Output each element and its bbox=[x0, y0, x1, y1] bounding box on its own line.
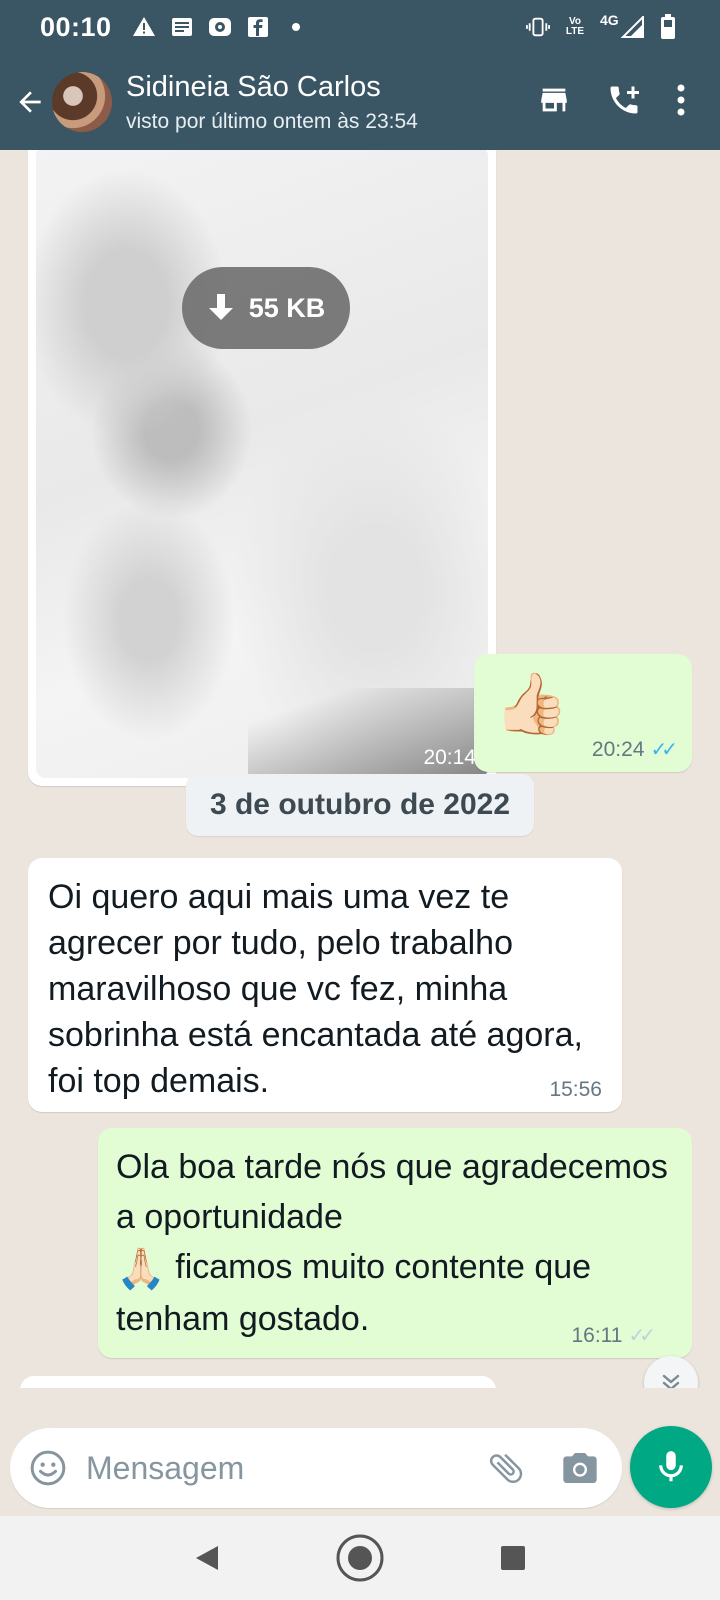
nav-recents-button[interactable] bbox=[483, 1528, 543, 1588]
nav-back-button[interactable] bbox=[177, 1528, 237, 1588]
image-message[interactable]: 55 KB 20:14 bbox=[28, 150, 496, 786]
header-actions bbox=[536, 82, 720, 123]
last-seen-status: visto por último ontem às 23:54 bbox=[126, 109, 418, 133]
message-composer: Mensagem bbox=[10, 1428, 622, 1508]
emoji-icon bbox=[30, 1450, 66, 1486]
facebook-icon bbox=[246, 15, 270, 39]
download-icon bbox=[208, 294, 233, 320]
dot-icon bbox=[284, 15, 308, 39]
add-call-icon bbox=[610, 86, 639, 113]
chat-header: Sidineia São Carlos visto por último ont… bbox=[0, 54, 720, 150]
nav-home-icon bbox=[336, 1534, 384, 1582]
status-bar: 00:10 Vo LTE 4G bbox=[0, 0, 720, 54]
contact-info[interactable]: Sidineia São Carlos visto por último ont… bbox=[126, 71, 418, 134]
network-type: 4G bbox=[600, 12, 619, 28]
attach-icon bbox=[489, 1453, 523, 1484]
message-input[interactable]: Mensagem bbox=[86, 1450, 486, 1487]
message-time: 16:11 bbox=[571, 1323, 623, 1347]
back-button[interactable] bbox=[2, 54, 58, 150]
voice-record-button[interactable] bbox=[630, 1426, 712, 1508]
status-system-icons: Vo LTE 4G bbox=[526, 12, 680, 40]
read-ticks-icon: ✓✓ bbox=[650, 739, 677, 761]
date-separator: 3 de outubro de 2022 bbox=[186, 774, 534, 836]
download-button[interactable]: 55 KB bbox=[182, 267, 350, 349]
pray-emoji: 🙏🏻 bbox=[116, 1247, 166, 1291]
outgoing-text-message[interactable]: Ola boa tarde nós que agradecemos a opor… bbox=[98, 1128, 692, 1358]
battery-icon bbox=[656, 14, 680, 39]
record-icon bbox=[208, 15, 232, 39]
message-text-part2: ficamos muito contente que tenham gostad… bbox=[116, 1248, 592, 1338]
store-button[interactable] bbox=[536, 83, 572, 122]
download-size: 55 KB bbox=[248, 292, 326, 323]
blurred-image-preview: 55 KB 20:14 bbox=[36, 150, 488, 778]
message-time: 20:24 bbox=[591, 737, 645, 761]
system-navigation-bar bbox=[0, 1516, 720, 1600]
news-icon bbox=[170, 15, 194, 39]
status-notification-icons bbox=[132, 15, 308, 39]
incoming-text-message[interactable]: Oi quero aqui mais uma vez te agrecer po… bbox=[28, 858, 622, 1112]
status-time: 00:10 bbox=[40, 11, 112, 42]
thumbs-up-emoji: 👍🏻 bbox=[494, 670, 569, 737]
camera-icon bbox=[563, 1453, 597, 1483]
signal-icon: 4G bbox=[600, 12, 644, 40]
message-time: 15:56 bbox=[549, 1078, 602, 1101]
nav-home-button[interactable] bbox=[330, 1528, 390, 1588]
nav-recents-icon bbox=[501, 1546, 526, 1570]
partial-image-message[interactable] bbox=[20, 1376, 496, 1388]
add-call-button[interactable] bbox=[606, 82, 642, 123]
chat-area[interactable]: 55 KB 20:14 👍🏻 20:24 ✓✓ 3 de outubro de … bbox=[0, 150, 720, 1388]
more-options-button[interactable] bbox=[676, 83, 686, 122]
attach-button[interactable] bbox=[486, 1448, 526, 1488]
nav-back-icon bbox=[195, 1546, 218, 1570]
chevron-double-down-icon bbox=[662, 1374, 680, 1388]
message-text: Ola boa tarde nós que agradecemos a opor… bbox=[116, 1142, 672, 1344]
camera-button[interactable] bbox=[560, 1448, 600, 1488]
read-ticks-icon: ✓✓ bbox=[628, 1325, 655, 1347]
store-icon bbox=[541, 88, 567, 111]
message-meta: 16:11 ✓✓ bbox=[571, 1323, 655, 1348]
avatar[interactable] bbox=[52, 72, 112, 132]
emoji-button[interactable] bbox=[28, 1448, 68, 1488]
message-meta: 15:56 bbox=[549, 1078, 602, 1102]
message-text-part1: Ola boa tarde nós que agradecemos a opor… bbox=[116, 1148, 668, 1236]
message-time: 20:14 bbox=[423, 746, 476, 769]
back-arrow-icon bbox=[19, 91, 41, 113]
more-vert-icon bbox=[677, 84, 685, 115]
alert-icon bbox=[132, 15, 156, 39]
volte-label: Vo LTE bbox=[565, 16, 585, 37]
mic-icon bbox=[659, 1451, 683, 1482]
contact-name: Sidineia São Carlos bbox=[126, 70, 381, 103]
message-meta: 20:24 ✓✓ bbox=[591, 737, 678, 762]
outgoing-emoji-message[interactable]: 👍🏻 20:24 ✓✓ bbox=[474, 654, 692, 772]
message-text: Oi quero aqui mais uma vez te agrecer po… bbox=[48, 878, 583, 1100]
vibrate-icon bbox=[526, 15, 550, 39]
